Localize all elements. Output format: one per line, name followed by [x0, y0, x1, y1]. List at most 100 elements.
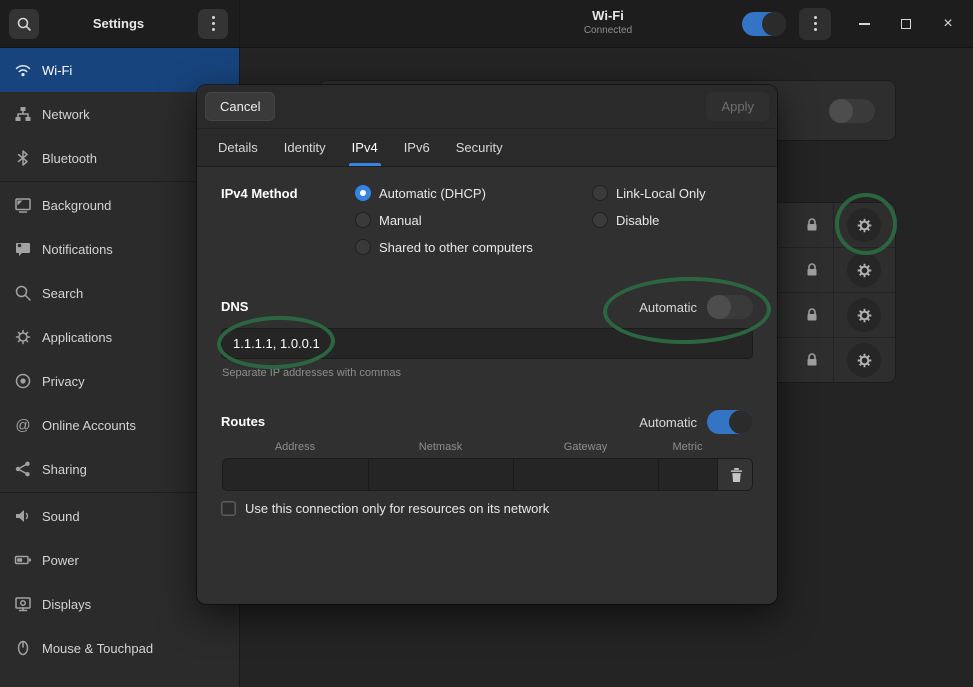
routes-automatic-toggle[interactable] [707, 410, 753, 434]
privacy-icon [14, 372, 32, 390]
search-icon [16, 16, 32, 32]
speaker-icon [14, 507, 32, 525]
tab-identity[interactable]: Identity [271, 129, 339, 166]
sidebar-item-keyboard-shortcuts[interactable]: Keyboard Shortcuts [0, 670, 239, 687]
checkbox-icon [221, 501, 236, 516]
radio-icon [592, 185, 608, 201]
gear-icon [856, 262, 873, 279]
routes-automatic-cluster: Automatic [639, 410, 753, 434]
tab-details[interactable]: Details [205, 129, 271, 166]
radio-link-local[interactable]: Link-Local Only [592, 185, 706, 201]
dns-automatic-toggle[interactable] [707, 295, 753, 319]
radio-label: Automatic (DHCP) [379, 186, 486, 201]
sidebar-item-label: Privacy [42, 374, 85, 389]
maximize-button[interactable] [893, 11, 919, 37]
route-gateway-input[interactable] [514, 459, 659, 490]
wifi-menu-button[interactable] [799, 8, 831, 40]
network-settings-button[interactable] [847, 298, 881, 332]
dns-input[interactable] [221, 328, 753, 359]
page-subtitle: Connected [540, 24, 676, 37]
lock-icon [804, 217, 820, 233]
radio-icon [355, 185, 371, 201]
lock-icon [804, 262, 820, 278]
dns-automatic-label: Automatic [639, 300, 697, 315]
column-header-address: Address [222, 441, 368, 453]
background-icon [14, 196, 32, 214]
row-separator [833, 293, 834, 337]
minimize-button[interactable] [851, 11, 877, 37]
kebab-icon [814, 16, 817, 31]
at-icon: @ [14, 416, 32, 434]
close-button[interactable]: × [935, 11, 961, 37]
radio-icon [355, 212, 371, 228]
radio-disable[interactable]: Disable [592, 212, 659, 228]
sidebar-item-label: Bluetooth [42, 151, 97, 166]
radio-shared[interactable]: Shared to other computers [355, 239, 533, 255]
share-icon [14, 460, 32, 478]
column-header-metric: Metric [658, 441, 717, 453]
lock-icon [804, 352, 820, 368]
dialog-tabbar: Details Identity IPv4 IPv6 Security [197, 129, 777, 167]
notifications-icon [14, 240, 32, 258]
radio-icon [592, 212, 608, 228]
tab-ipv6[interactable]: IPv6 [391, 129, 443, 166]
radio-icon [355, 239, 371, 255]
connection-resources-checkbox-row[interactable]: Use this connection only for resources o… [221, 501, 549, 516]
sidebar-item-label: Online Accounts [42, 418, 136, 433]
kebab-icon [212, 16, 215, 31]
search-icon [14, 284, 32, 302]
routes-table [222, 458, 753, 491]
sidebar-headerbar: Settings [0, 0, 240, 47]
gear-icon [856, 307, 873, 324]
apply-button[interactable]: Apply [706, 92, 769, 121]
bluetooth-icon [14, 149, 32, 167]
sidebar-item-label: Notifications [42, 242, 113, 257]
tab-ipv4[interactable]: IPv4 [339, 129, 391, 166]
dialog-body: IPv4 Method Automatic (DHCP) Manual Shar… [197, 167, 777, 602]
sidebar-item-label: Network [42, 107, 90, 122]
applications-icon [14, 328, 32, 346]
cancel-button[interactable]: Cancel [205, 92, 275, 121]
network-settings-button[interactable] [847, 343, 881, 377]
sidebar-item-label: Mouse & Touchpad [42, 641, 153, 656]
column-header-netmask: Netmask [368, 441, 513, 453]
page-heading: Wi-Fi Connected [540, 7, 676, 37]
route-address-input[interactable] [223, 459, 369, 490]
route-metric-input[interactable] [659, 459, 718, 490]
headerbar-controls: × [742, 0, 961, 47]
trash-icon [729, 467, 744, 483]
sidebar-item-label: Sound [42, 509, 80, 524]
route-netmask-input[interactable] [369, 459, 514, 490]
sidebar-item-label: Wi-Fi [42, 63, 72, 78]
radio-manual[interactable]: Manual [355, 212, 422, 228]
column-header-gateway: Gateway [513, 441, 658, 453]
gear-icon [856, 352, 873, 369]
network-settings-button[interactable] [847, 208, 881, 242]
sidebar-item-mouse-touchpad[interactable]: Mouse & Touchpad [0, 626, 239, 670]
dns-automatic-cluster: Automatic [639, 295, 753, 319]
radio-automatic-dhcp[interactable]: Automatic (DHCP) [355, 185, 486, 201]
search-button[interactable] [9, 9, 39, 39]
ipv4-method-label: IPv4 Method [221, 186, 298, 201]
lock-icon [804, 307, 820, 323]
dialog-titlebar: Cancel Apply [197, 85, 777, 129]
airplane-mode-toggle[interactable] [829, 99, 875, 123]
radio-label: Manual [379, 213, 422, 228]
app-menu-button[interactable] [198, 9, 228, 39]
delete-route-button[interactable] [718, 459, 753, 490]
page-title: Wi-Fi [540, 7, 676, 24]
radio-label: Disable [616, 213, 659, 228]
tab-security[interactable]: Security [443, 129, 516, 166]
sidebar-item-label: Background [42, 198, 111, 213]
row-separator [833, 338, 834, 382]
keyboard-icon [14, 683, 32, 687]
dns-helper-text: Separate IP addresses with commas [222, 367, 401, 379]
wifi-details-dialog: Cancel Apply Details Identity IPv4 IPv6 … [197, 85, 777, 604]
row-separator [833, 248, 834, 292]
network-settings-button[interactable] [847, 253, 881, 287]
sidebar-item-label: Displays [42, 597, 91, 612]
headerbar: Settings Wi-Fi Connected × [0, 0, 973, 48]
dns-label: DNS [221, 299, 248, 314]
app-title: Settings [39, 16, 198, 31]
wifi-toggle[interactable] [742, 12, 786, 36]
